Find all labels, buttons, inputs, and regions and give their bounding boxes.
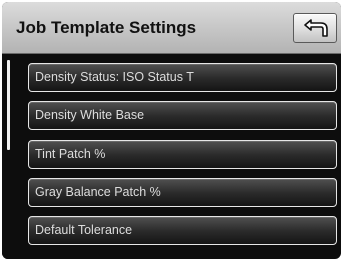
menu-item-density-status[interactable]: Density Status: ISO Status T [28,63,337,92]
menu-item-tint-patch[interactable]: Tint Patch % [28,140,337,169]
back-button[interactable] [293,13,337,43]
page-title: Job Template Settings [16,18,197,37]
menu-item-label: Density White Base [35,108,145,122]
menu-item-density-white-base[interactable]: Density White Base [28,101,337,130]
header-bar: Job Template Settings [2,2,341,54]
back-arrow-icon [304,19,328,37]
scrollbar[interactable] [2,57,12,259]
menu-item-label: Tint Patch % [35,147,106,161]
menu-item-label: Gray Balance Patch % [35,185,161,199]
menu-item-default-tolerance[interactable]: Default Tolerance [28,216,337,245]
menu-item-label: Density Status: ISO Status T [35,70,194,84]
scrollbar-thumb[interactable] [7,60,10,150]
settings-screen: Job Template Settings Density Status: IS… [2,2,341,259]
menu-item-gray-balance-patch[interactable]: Gray Balance Patch % [28,178,337,207]
menu-item-label: Default Tolerance [35,223,133,237]
